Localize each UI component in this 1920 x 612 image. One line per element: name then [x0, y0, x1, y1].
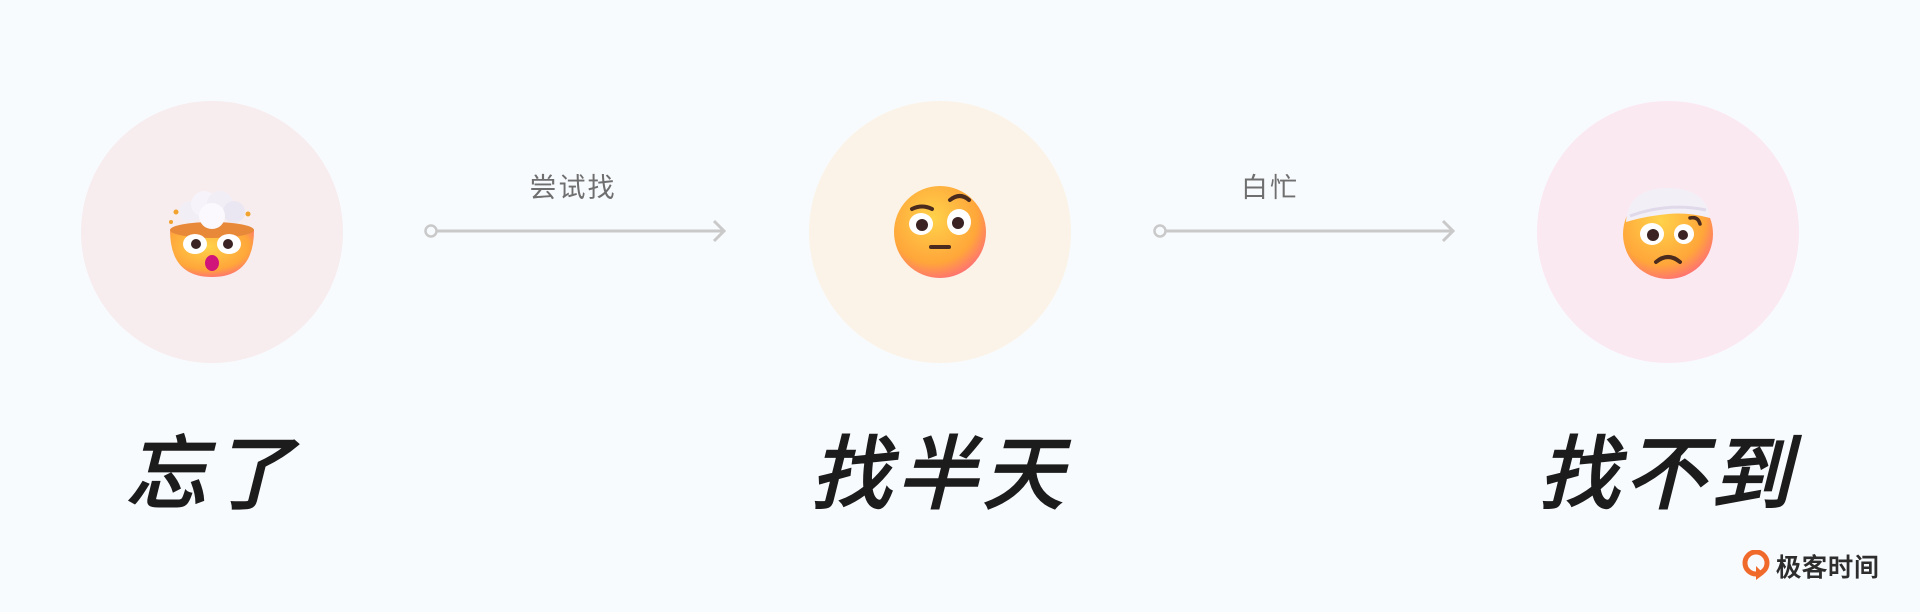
step-3-label: 找不到 [1539, 428, 1797, 521]
step-3-circle [1537, 101, 1799, 363]
brand-logo: 极客时间 [1742, 546, 1880, 586]
step-2-label: 找半天 [811, 428, 1069, 521]
step-2-circle [809, 101, 1071, 363]
raised-eyebrow-face-icon [894, 186, 986, 278]
step-1-label: 忘了 [126, 428, 298, 521]
exploding-head-icon [169, 191, 254, 277]
brand-name: 极客时间 [1776, 553, 1881, 582]
transition-2-arrow [1153, 219, 1456, 243]
flow-diagram: 尝试找 白忙 忘了 找半天 找不到 极客时间 [0, 0, 1920, 612]
geektime-logo-icon [1742, 550, 1770, 580]
transition-1-label: 尝试找 [529, 173, 617, 204]
bandaged-head-face-icon [1623, 188, 1713, 279]
step-1-circle [81, 101, 343, 363]
transition-1-arrow [424, 219, 727, 243]
transition-2-label: 白忙 [1241, 173, 1299, 204]
